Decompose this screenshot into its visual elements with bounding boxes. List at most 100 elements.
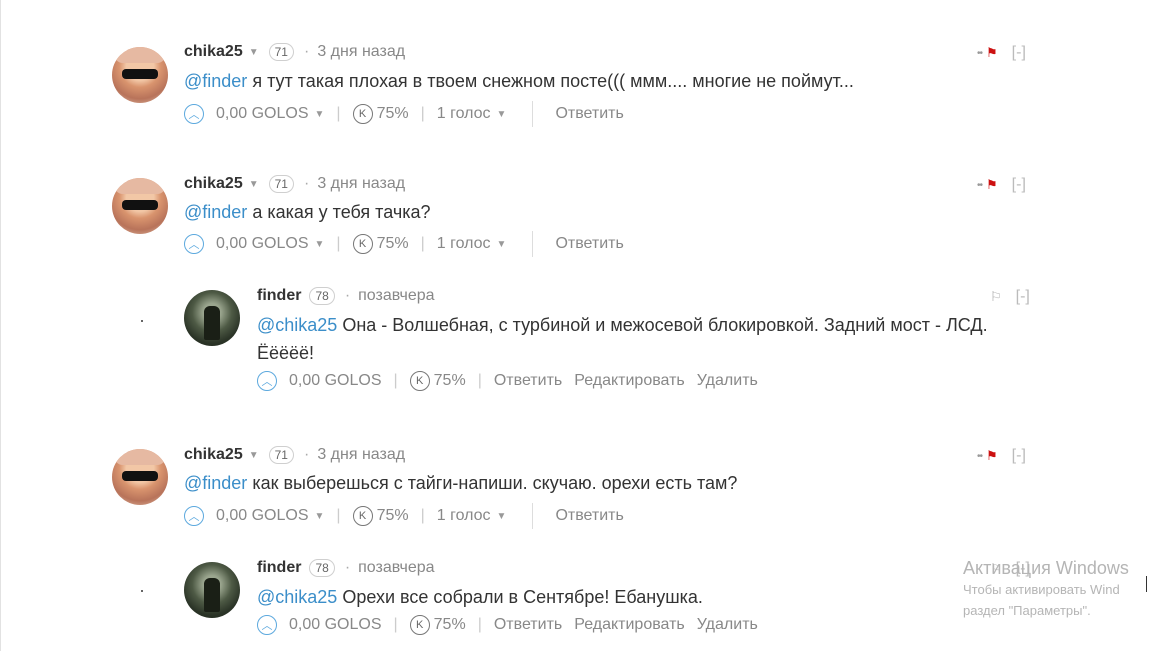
flag-icon[interactable]: ⚑: [986, 177, 998, 193]
reply-button[interactable]: Ответить: [555, 105, 623, 123]
comment-header: chika25 ▼ 71 · 3 дня назад: [184, 446, 405, 464]
divider: |: [477, 616, 482, 633]
avatar-figure: [204, 306, 220, 340]
edit-button[interactable]: Редактировать: [574, 616, 685, 634]
collapse-toggle[interactable]: [-]: [1012, 447, 1026, 465]
comment-body: @chika25 Она - Волшебная, с турбиной и м…: [257, 311, 1047, 367]
avatar[interactable]: [112, 47, 168, 103]
more-icon[interactable]: ••: [977, 48, 983, 59]
comment-header: chika25 ▼ 71 · 3 дня назад: [184, 175, 405, 193]
comment-body: @finder а какая у тебя тачка?: [184, 198, 431, 226]
reply-button[interactable]: Ответить: [555, 507, 623, 525]
divider: |: [393, 372, 398, 389]
mention-link[interactable]: @finder: [184, 202, 247, 222]
caret-down-icon[interactable]: ▼: [497, 109, 507, 120]
avatar-glasses: [122, 69, 158, 79]
mention-link[interactable]: @finder: [184, 71, 247, 91]
caret-down-icon[interactable]: ▼: [249, 179, 259, 190]
reply-button[interactable]: Ответить: [494, 372, 562, 390]
chevron-up-icon[interactable]: ︿: [257, 615, 277, 635]
reputation-badge: 78: [309, 559, 335, 577]
thread-dot: [141, 320, 143, 322]
caret-down-icon[interactable]: ▼: [315, 239, 325, 250]
mention-link[interactable]: @chika25: [257, 587, 337, 607]
more-icon[interactable]: ••: [977, 451, 983, 462]
reply-button[interactable]: Ответить: [494, 616, 562, 634]
comment-text: а какая у тебя тачка?: [252, 202, 431, 222]
flag-icon[interactable]: ⚑: [986, 448, 998, 464]
delete-button[interactable]: Удалить: [697, 372, 758, 390]
comment-text-line-2: Ёёёёё!: [257, 343, 315, 363]
chevron-up-icon[interactable]: ︿: [257, 371, 277, 391]
author-name[interactable]: finder: [257, 287, 301, 305]
divider: |: [420, 105, 425, 122]
timestamp[interactable]: 3 дня назад: [317, 175, 405, 193]
curation-percent: 75%: [376, 235, 409, 252]
watermark-line-1: Чтобы активировать Wind: [963, 582, 1120, 597]
thread-dot: [141, 590, 143, 592]
avatar[interactable]: [184, 290, 240, 346]
caret-down-icon[interactable]: ▼: [497, 511, 507, 522]
votes-count[interactable]: 1 голос: [437, 235, 491, 253]
comment-header: finder 78 · позавчера: [257, 287, 435, 305]
flag-icon[interactable]: ⚐: [990, 289, 1002, 305]
comment-text: как выберешься с тайги-напиши. скучаю. о…: [252, 473, 738, 493]
avatar[interactable]: [112, 178, 168, 234]
k-badge-icon: K: [409, 615, 430, 635]
curation-percent: 75%: [433, 372, 466, 389]
chevron-up-icon[interactable]: ︿: [184, 506, 204, 526]
payout-value[interactable]: 0,00 GOLOS: [216, 235, 309, 253]
payout-value[interactable]: 0,00 GOLOS: [289, 616, 382, 634]
payout-value[interactable]: 0,00 GOLOS: [216, 507, 309, 525]
comment-actions: ︿ 0,00 GOLOS ▼ | K 75% | 1 голос ▼ Ответ…: [184, 231, 624, 257]
text-cursor-icon: [1146, 576, 1147, 592]
caret-down-icon[interactable]: ▼: [497, 239, 507, 250]
delete-button[interactable]: Удалить: [697, 616, 758, 634]
edit-button[interactable]: Редактировать: [574, 372, 685, 390]
reputation-badge: 71: [268, 43, 294, 61]
separator-dot: ·: [344, 287, 351, 304]
comment-actions: ︿ 0,00 GOLOS ▼ | K 75% | 1 голос ▼ Ответ…: [184, 101, 624, 127]
comment-actions: ︿ 0,00 GOLOS ▼ | K 75% | 1 голос ▼ Ответ…: [184, 503, 624, 529]
curation-percent: 75%: [433, 616, 466, 633]
caret-down-icon[interactable]: ▼: [315, 511, 325, 522]
flag-icon[interactable]: ⚑: [986, 45, 998, 61]
divider: |: [336, 105, 341, 122]
mention-link[interactable]: @chika25: [257, 315, 337, 335]
mention-link[interactable]: @finder: [184, 473, 247, 493]
divider: |: [336, 235, 341, 252]
author-name[interactable]: chika25: [184, 446, 243, 464]
chevron-up-icon[interactable]: ︿: [184, 234, 204, 254]
chevron-up-icon[interactable]: ︿: [184, 104, 204, 124]
timestamp[interactable]: 3 дня назад: [317, 43, 405, 61]
avatar[interactable]: [184, 562, 240, 618]
collapse-toggle[interactable]: [-]: [1012, 44, 1026, 62]
divider: [532, 231, 534, 257]
caret-down-icon[interactable]: ▼: [249, 450, 259, 461]
payout-value[interactable]: 0,00 GOLOS: [289, 372, 382, 390]
comment-tools: •• ⚑ [-]: [977, 447, 1026, 465]
comment-actions: ︿ 0,00 GOLOS | K 75% | Ответить Редактир…: [257, 615, 758, 635]
timestamp[interactable]: позавчера: [358, 559, 434, 577]
page-edge-divider: [0, 0, 1, 651]
caret-down-icon[interactable]: ▼: [315, 109, 325, 120]
avatar[interactable]: [112, 449, 168, 505]
reply-button[interactable]: Ответить: [555, 235, 623, 253]
timestamp[interactable]: позавчера: [358, 287, 434, 305]
reputation-badge: 71: [268, 175, 294, 193]
comment-actions: ︿ 0,00 GOLOS | K 75% | Ответить Редактир…: [257, 371, 758, 391]
more-icon[interactable]: ••: [977, 180, 983, 191]
timestamp[interactable]: 3 дня назад: [317, 446, 405, 464]
votes-count[interactable]: 1 голос: [437, 507, 491, 525]
curation-percent: 75%: [376, 105, 409, 122]
author-name[interactable]: finder: [257, 559, 301, 577]
author-name[interactable]: chika25: [184, 175, 243, 193]
reputation-badge: 71: [268, 446, 294, 464]
payout-value[interactable]: 0,00 GOLOS: [216, 105, 309, 123]
caret-down-icon[interactable]: ▼: [249, 47, 259, 58]
author-name[interactable]: chika25: [184, 43, 243, 61]
divider: [532, 503, 534, 529]
collapse-toggle[interactable]: [-]: [1016, 288, 1030, 306]
collapse-toggle[interactable]: [-]: [1012, 176, 1026, 194]
votes-count[interactable]: 1 голос: [437, 105, 491, 123]
